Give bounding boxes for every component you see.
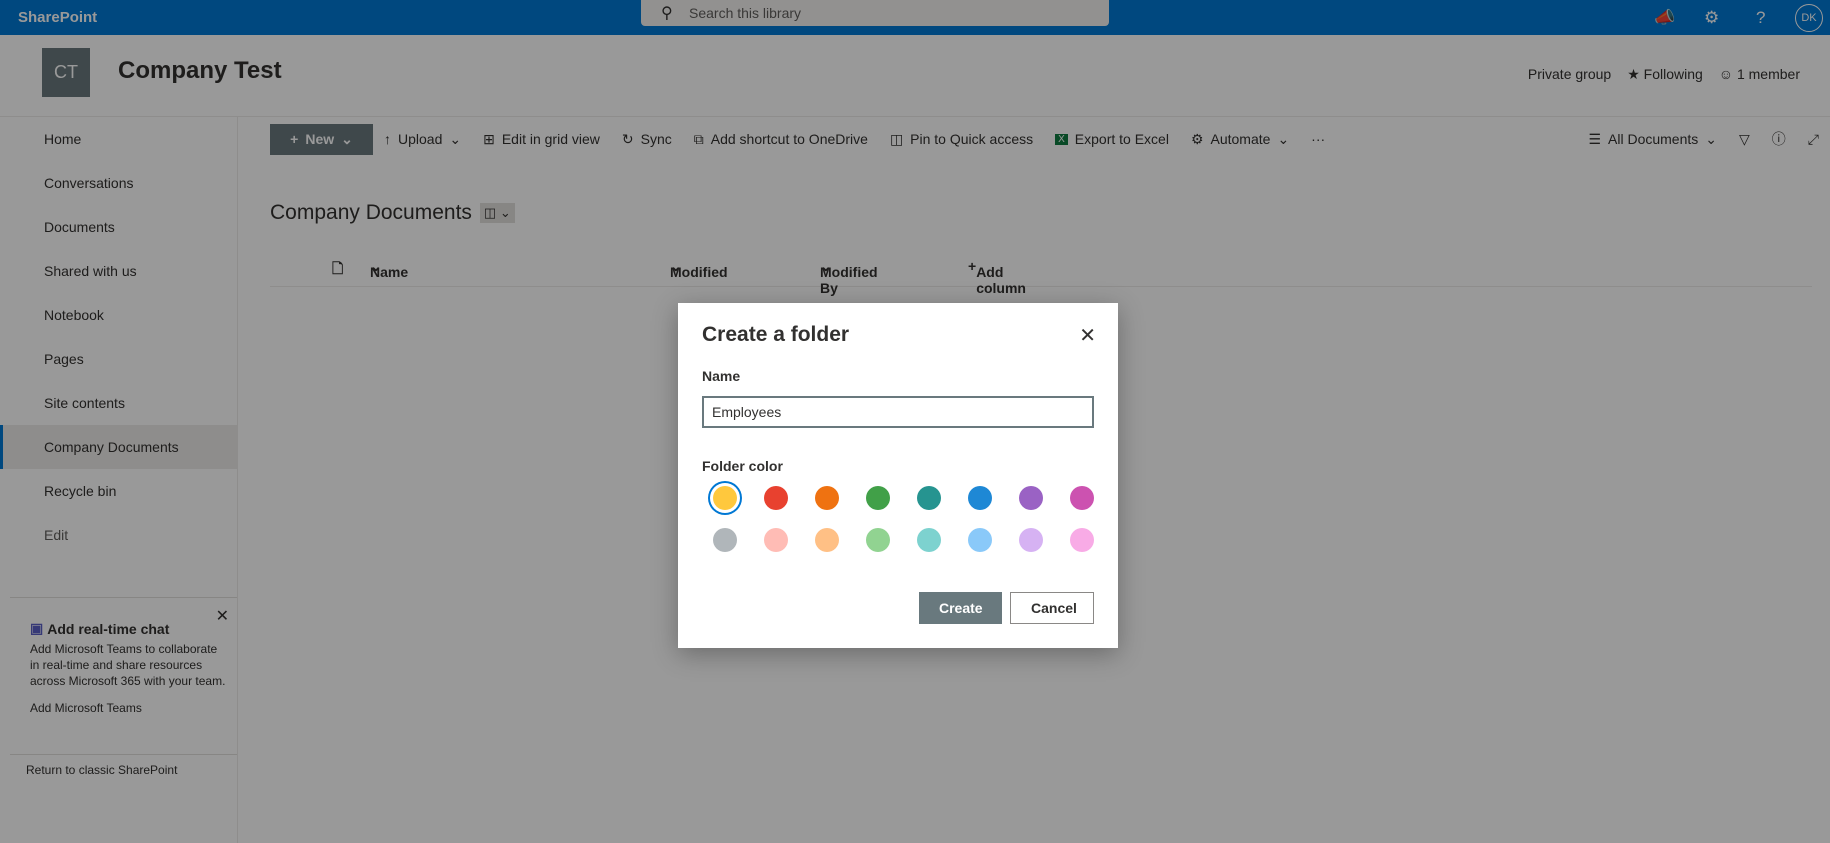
color-swatch[interactable] — [713, 486, 737, 510]
create-button[interactable]: Create — [919, 592, 1002, 624]
color-swatch[interactable] — [764, 486, 788, 510]
color-swatch[interactable] — [815, 486, 839, 510]
color-swatch[interactable] — [764, 528, 788, 552]
close-icon[interactable]: ✕ — [1079, 323, 1096, 348]
folder-name-input[interactable] — [702, 396, 1094, 428]
color-swatch[interactable] — [917, 528, 941, 552]
color-swatch[interactable] — [968, 528, 992, 552]
dialog-title: Create a folder — [702, 323, 850, 346]
color-swatch[interactable] — [713, 528, 737, 552]
color-swatch[interactable] — [1070, 486, 1094, 510]
color-swatch[interactable] — [1070, 528, 1094, 552]
folder-color-label: Folder color — [702, 458, 783, 474]
cancel-button[interactable]: Cancel — [1010, 592, 1094, 624]
color-swatch[interactable] — [968, 486, 992, 510]
create-folder-dialog: Create a folder ✕ Name Folder color Crea… — [678, 303, 1118, 648]
color-swatch[interactable] — [866, 528, 890, 552]
color-swatch[interactable] — [815, 528, 839, 552]
color-picker — [713, 486, 1094, 552]
color-swatch[interactable] — [866, 486, 890, 510]
color-swatch[interactable] — [1019, 528, 1043, 552]
color-swatch[interactable] — [1019, 486, 1043, 510]
name-label: Name — [702, 368, 741, 384]
color-swatch[interactable] — [917, 486, 941, 510]
